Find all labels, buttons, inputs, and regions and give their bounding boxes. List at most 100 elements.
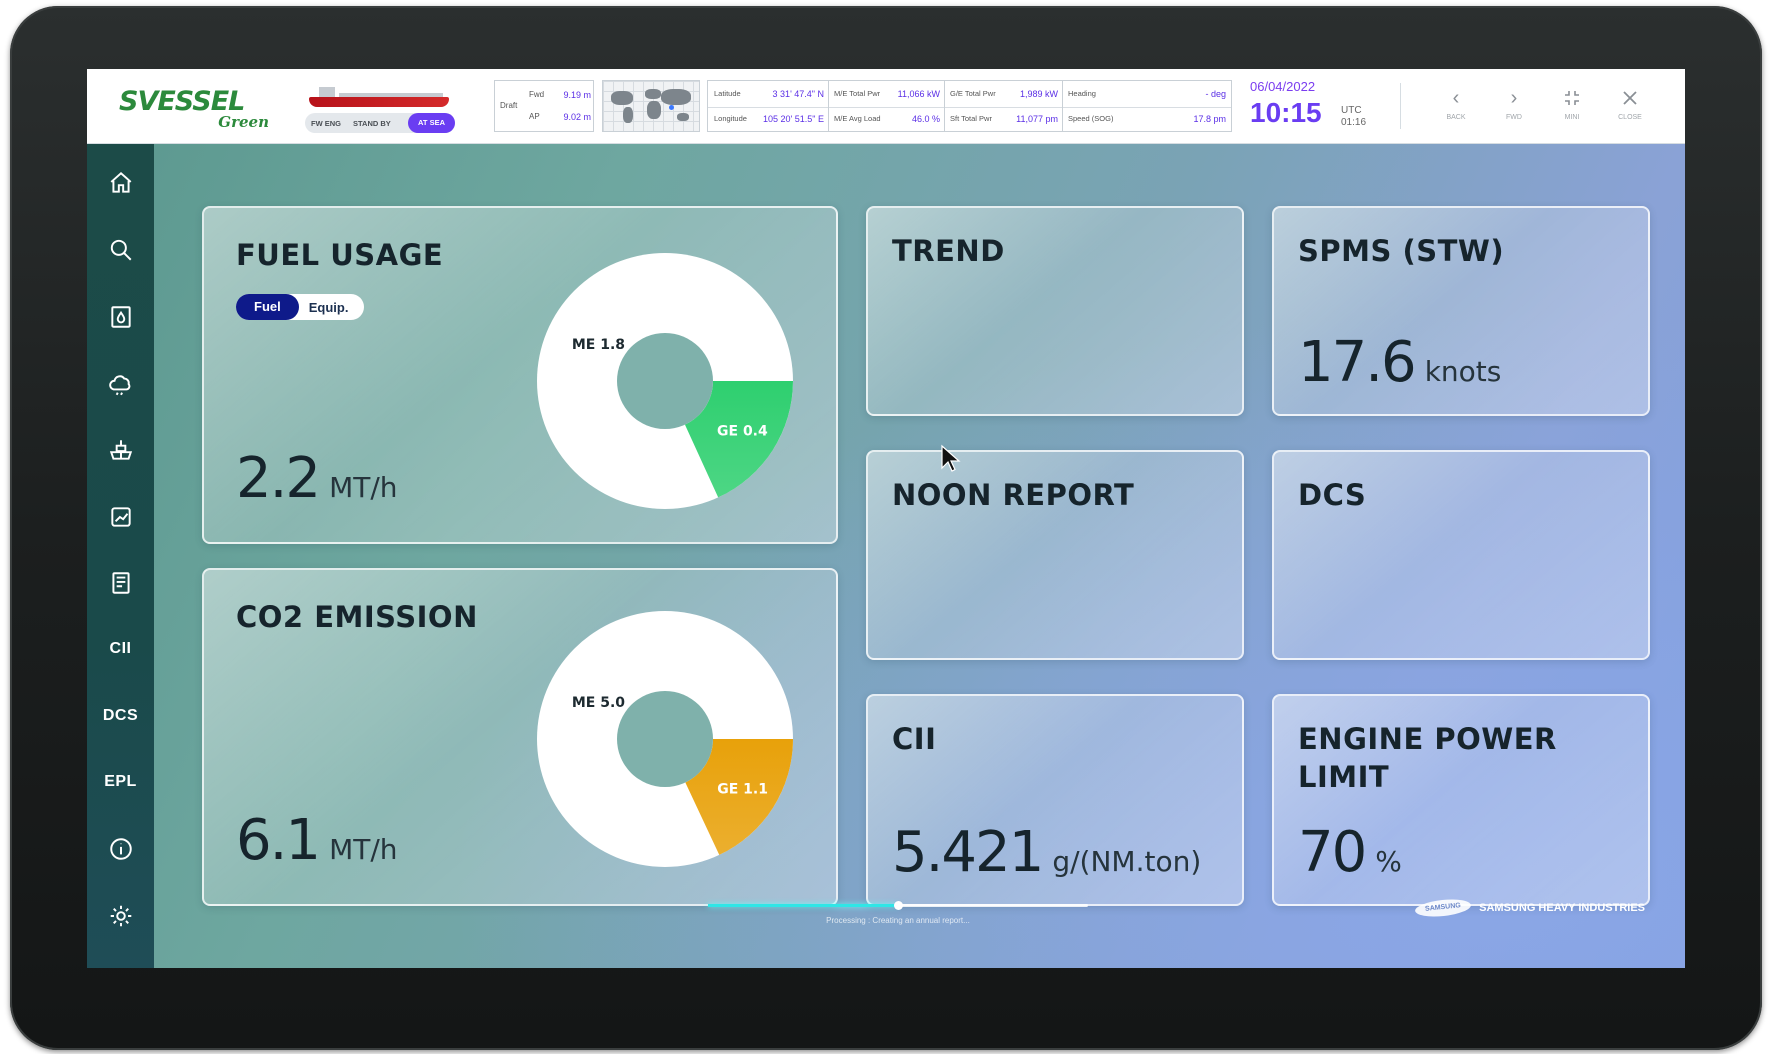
draft-ap-row: AP 9.02 m bbox=[529, 112, 591, 122]
co2-emission-value-row: 6.1 MT/h bbox=[236, 808, 398, 873]
dcs-card[interactable]: DCS bbox=[1272, 450, 1650, 660]
heading-value: - deg bbox=[1205, 89, 1226, 99]
me-total-power-value: 11,066 kW bbox=[897, 89, 940, 99]
close-label: CLOSE bbox=[1618, 114, 1642, 121]
forward-button[interactable]: › FWD bbox=[1494, 87, 1534, 129]
draft-fwd-value: 9.19 m bbox=[563, 90, 591, 100]
report-chart-icon bbox=[110, 507, 131, 527]
logo-sub-text: Green bbox=[218, 113, 269, 131]
sidebar-item-fuel[interactable] bbox=[87, 297, 154, 337]
fuel-icon bbox=[110, 306, 131, 328]
co2-emission-value: 6.1 bbox=[236, 808, 321, 873]
fuel-equip-toggle: Fuel Equip. bbox=[236, 294, 364, 320]
map-land-africa bbox=[647, 101, 661, 119]
draft-box: Draft Fwd 9.19 m AP 9.02 m bbox=[494, 80, 594, 132]
ship-hull-shape bbox=[309, 97, 449, 107]
toggle-equip[interactable]: Equip. bbox=[299, 300, 359, 315]
latitude-cell: Latitude 3 31' 47.4" N bbox=[714, 89, 824, 99]
app-logo[interactable]: SVESSEL Green bbox=[119, 88, 269, 131]
progress-knob bbox=[894, 901, 903, 910]
co2-emission-card[interactable]: CO2 EMISSION 6.1 MT/h ME 5.0 GE 1.1 bbox=[202, 568, 838, 906]
operation-mode-bar: FW ENG STAND BY AT SEA bbox=[305, 113, 455, 133]
cii-unit: g/(NM.ton) bbox=[1052, 845, 1202, 878]
sidebar-item-ship[interactable] bbox=[87, 430, 154, 470]
co2-label-me: ME 5.0 bbox=[572, 695, 625, 711]
close-button[interactable]: CLOSE bbox=[1610, 87, 1650, 129]
cii-value: 5.421 bbox=[892, 820, 1044, 885]
speed-sog-label: Speed (SOG) bbox=[1068, 114, 1114, 123]
sidebar-item-co2[interactable] bbox=[87, 364, 154, 404]
me-total-power-cell: M/E Total Pwr 11,066 kW bbox=[834, 89, 940, 99]
navigation-data-box: Latitude 3 31' 47.4" N Longitude 105 20'… bbox=[707, 80, 1232, 132]
close-icon bbox=[1610, 87, 1650, 109]
epl-title-line1: ENGINE POWER bbox=[1298, 722, 1557, 756]
draft-label: Draft bbox=[500, 101, 518, 110]
sidebar-item-home[interactable] bbox=[87, 163, 154, 203]
sidebar-item-search[interactable] bbox=[87, 230, 154, 270]
speed-sog-cell: Speed (SOG) 17.8 pm bbox=[1068, 114, 1226, 124]
map-land-asia bbox=[661, 89, 691, 105]
heading-label: Heading bbox=[1068, 89, 1096, 98]
cii-card[interactable]: CII 5.421 g/(NM.ton) bbox=[866, 694, 1244, 906]
noon-report-card[interactable]: NOON REPORT bbox=[866, 450, 1244, 660]
speed-sog-value: 17.8 pm bbox=[1193, 114, 1226, 124]
sidebar-item-report[interactable] bbox=[87, 497, 154, 537]
sidebar-item-document[interactable] bbox=[87, 563, 154, 603]
co2-emission-unit: MT/h bbox=[329, 833, 398, 866]
sidebar-item-dcs[interactable]: DCS bbox=[87, 696, 154, 736]
mode-stand-by[interactable]: STAND BY bbox=[347, 119, 397, 128]
mode-fw-eng[interactable]: FW ENG bbox=[305, 119, 347, 128]
sft-total-power-value: 11,077 pm bbox=[1016, 114, 1058, 124]
fuel-usage-value: 2.2 bbox=[236, 446, 321, 511]
me-avg-load-label: M/E Avg Load bbox=[834, 114, 881, 123]
co2-donut-hole bbox=[617, 691, 713, 787]
trend-card[interactable]: TREND bbox=[866, 206, 1244, 416]
back-button[interactable]: ‹ BACK bbox=[1436, 87, 1476, 129]
sidebar: CII DCS EPL bbox=[87, 144, 154, 968]
epl-title-line2: LIMIT bbox=[1298, 760, 1390, 794]
draft-ap-label: AP bbox=[529, 112, 540, 121]
fuel-usage-donut-chart: ME 1.8 GE 0.4 bbox=[537, 253, 793, 509]
toggle-fuel[interactable]: Fuel bbox=[236, 294, 299, 320]
fuel-usage-value-row: 2.2 MT/h bbox=[236, 446, 398, 511]
minimize-label: MINI bbox=[1564, 114, 1580, 121]
map-land-americas-n bbox=[611, 91, 633, 105]
latitude-label: Latitude bbox=[714, 89, 741, 98]
divider bbox=[944, 81, 945, 131]
spms-title: SPMS (STW) bbox=[1298, 234, 1505, 268]
progress-fill bbox=[708, 904, 898, 907]
mode-at-sea[interactable]: AT SEA bbox=[408, 113, 455, 133]
chevron-left-icon: ‹ bbox=[1452, 87, 1460, 109]
me-avg-load-value: 46.0 % bbox=[911, 114, 940, 124]
engine-power-limit-card[interactable]: ENGINE POWER LIMIT 70% bbox=[1272, 694, 1650, 906]
draft-fwd-row: Fwd 9.19 m bbox=[529, 90, 591, 100]
brand-name: SAMSUNG HEAVY INDUSTRIES bbox=[1479, 902, 1645, 914]
engine-power-limit-title: ENGINE POWER LIMIT bbox=[1298, 720, 1557, 796]
utc-time: 01:16 bbox=[1341, 117, 1367, 128]
chevron-right-icon: › bbox=[1510, 87, 1518, 109]
document-icon bbox=[111, 572, 130, 594]
world-map[interactable] bbox=[602, 80, 700, 132]
map-land-europe bbox=[645, 89, 661, 99]
progress-status-text: Processing : Creating an annual report..… bbox=[826, 916, 970, 925]
utc-label: UTC bbox=[1341, 105, 1362, 116]
me-total-power-label: M/E Total Pwr bbox=[834, 89, 881, 98]
spms-stw-card[interactable]: SPMS (STW) 17.6 knots bbox=[1272, 206, 1650, 416]
minimize-button[interactable]: MINI bbox=[1552, 87, 1592, 129]
epl-value: 70 bbox=[1298, 820, 1367, 885]
epl-unit: % bbox=[1375, 845, 1402, 878]
epl-value-row: 70% bbox=[1298, 820, 1402, 885]
sidebar-item-settings[interactable] bbox=[87, 896, 154, 936]
divider bbox=[708, 107, 1231, 108]
minimize-icon bbox=[1552, 87, 1592, 109]
sidebar-item-epl[interactable]: EPL bbox=[87, 762, 154, 802]
sidebar-item-cii[interactable]: CII bbox=[87, 629, 154, 669]
ship-location-marker bbox=[669, 105, 674, 110]
fuel-usage-card[interactable]: FUEL USAGE Fuel Equip. 2.2 MT/h ME 1.8 GE … bbox=[202, 206, 838, 544]
trend-title: TREND bbox=[892, 234, 1005, 268]
sidebar-item-info[interactable] bbox=[87, 829, 154, 869]
me-avg-load-cell: M/E Avg Load 46.0 % bbox=[834, 114, 940, 124]
info-icon bbox=[109, 838, 132, 860]
divider bbox=[1062, 81, 1063, 131]
heading-cell: Heading - deg bbox=[1068, 89, 1226, 99]
